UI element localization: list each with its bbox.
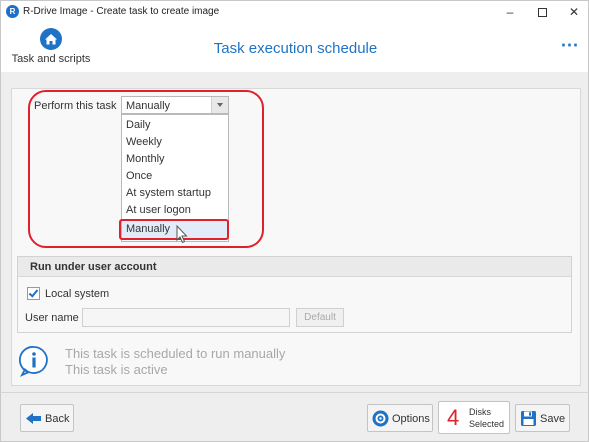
save-button[interactable]: Save	[515, 404, 570, 432]
disks-count: 4	[447, 405, 460, 430]
schedule-status-text: This task is scheduled to run manually	[65, 346, 286, 361]
more-options-icon[interactable]: ⋯	[559, 35, 581, 55]
minimize-button[interactable]: –	[494, 3, 526, 21]
maximize-icon	[537, 8, 547, 18]
mouse-pointer-icon	[176, 225, 188, 244]
page-header: Task and scripts Task execution schedule…	[0, 22, 589, 72]
arrow-left-icon	[26, 413, 41, 424]
user-account-header: Run under user account	[18, 257, 571, 277]
local-system-checkbox[interactable]	[27, 287, 40, 300]
info-icon	[19, 346, 48, 377]
maximize-button[interactable]	[526, 3, 558, 21]
task-active-status-text: This task is active	[65, 362, 168, 377]
default-button[interactable]: Default	[296, 308, 344, 327]
checkmark-icon	[28, 287, 39, 298]
save-label: Save	[540, 413, 566, 425]
save-icon	[521, 411, 536, 426]
user-name-input[interactable]	[82, 308, 290, 327]
disks-selected-button[interactable]: 4 Disks Selected	[438, 401, 510, 434]
gear-icon	[372, 410, 389, 427]
window-title: R-Drive Image - Create task to create im…	[23, 6, 220, 17]
local-system-label: Local system	[45, 288, 110, 300]
highlight-outline-selected	[119, 219, 229, 240]
close-button[interactable]: ✕	[558, 3, 589, 21]
options-label: Options	[392, 413, 430, 425]
options-button[interactable]: Options	[367, 404, 433, 432]
back-button[interactable]: Back	[20, 404, 74, 432]
user-name-label: User name	[25, 312, 79, 324]
disks-label: Disks	[469, 407, 491, 417]
back-label: Back	[45, 413, 70, 425]
app-logo-icon: R	[6, 5, 19, 18]
user-account-title: Run under user account	[30, 261, 157, 273]
title-bar: R R-Drive Image - Create task to create …	[0, 0, 589, 22]
user-account-group: Run under user account Local system User…	[17, 256, 572, 333]
page-title: Task execution schedule	[213, 40, 378, 57]
selected-label: Selected	[469, 419, 505, 429]
footer-bar: Back Options 4 Disks Selected Save	[0, 392, 589, 442]
